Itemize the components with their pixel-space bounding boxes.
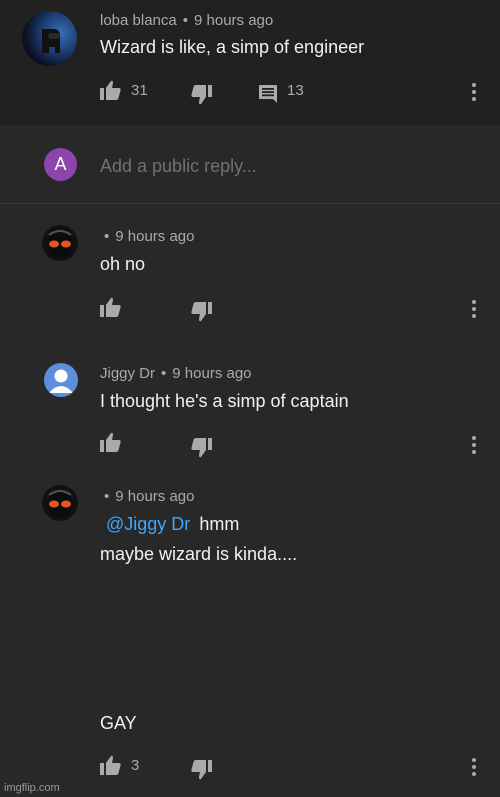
- comment-text: Wizard is like, a simp of engineer: [100, 37, 365, 57]
- like-count: 31: [131, 82, 148, 99]
- dislike-button[interactable]: [190, 302, 212, 322]
- comment-text-line: maybe wizard is kinda....: [100, 544, 298, 564]
- comment-text-line: GAY: [100, 713, 137, 733]
- thumbs-down-icon: [191, 302, 212, 322]
- thumbs-up-icon: [100, 80, 121, 100]
- avatar[interactable]: [22, 11, 77, 66]
- dislike-button[interactable]: [190, 85, 212, 105]
- like-button[interactable]: [100, 297, 122, 317]
- dislike-button[interactable]: [190, 438, 212, 458]
- more-vertical-icon: [472, 436, 476, 454]
- more-vertical-icon: [472, 758, 476, 776]
- like-button[interactable]: [100, 432, 122, 452]
- dislike-button[interactable]: [190, 760, 212, 780]
- comment-text-fragment: hmm: [199, 514, 240, 534]
- comment-meta: Jiggy Dr • 9 hours ago: [100, 365, 252, 382]
- more-options-button[interactable]: [472, 83, 476, 101]
- comment-text: oh no: [100, 254, 146, 274]
- avatar-letter: A: [54, 154, 67, 174]
- comment-meta: • 9 hours ago: [104, 488, 195, 505]
- timestamp[interactable]: 9 hours ago: [115, 228, 194, 245]
- divider: [0, 203, 500, 204]
- avatar[interactable]: [44, 363, 78, 397]
- avatar[interactable]: [42, 225, 78, 261]
- more-options-button[interactable]: [472, 758, 476, 776]
- author-name[interactable]: Jiggy Dr: [100, 365, 155, 382]
- more-options-button[interactable]: [472, 436, 476, 454]
- like-button[interactable]: [100, 755, 122, 775]
- more-options-button[interactable]: [472, 300, 476, 318]
- watermark: imgflip.com: [4, 782, 60, 794]
- timestamp[interactable]: 9 hours ago: [194, 12, 273, 29]
- default-user-icon: [49, 369, 73, 393]
- thumbs-down-icon: [191, 760, 212, 780]
- sunglasses-avatar-icon: [47, 230, 73, 258]
- author-name[interactable]: loba blanca: [100, 12, 177, 29]
- more-vertical-icon: [472, 83, 476, 101]
- sunglasses-avatar-icon: [47, 490, 73, 518]
- reply-input[interactable]: Add a public reply...: [100, 156, 257, 177]
- comment-meta: • 9 hours ago: [104, 228, 195, 245]
- crewmate-icon: [42, 29, 60, 53]
- comment-icon: [259, 85, 277, 103]
- thumbs-up-icon: [100, 432, 121, 452]
- timestamp[interactable]: 9 hours ago: [172, 365, 251, 382]
- thumbs-down-icon: [191, 438, 212, 458]
- comment-text: I thought he's a simp of captain: [100, 391, 349, 411]
- user-avatar: A: [44, 148, 77, 181]
- more-vertical-icon: [472, 300, 476, 318]
- like-count: 3: [131, 757, 140, 774]
- replies-button[interactable]: [258, 84, 278, 104]
- avatar[interactable]: [42, 485, 78, 521]
- mention-link[interactable]: @Jiggy Dr: [106, 514, 190, 534]
- thumbs-up-icon: [100, 755, 121, 775]
- reply-count: 13: [287, 82, 304, 99]
- comment-text: @Jiggy Dr hmm: [106, 514, 239, 535]
- comment-meta: loba blanca • 9 hours ago: [100, 12, 274, 29]
- top-comment: loba blanca • 9 hours ago Wizard is like, …: [0, 0, 500, 125]
- thumbs-up-icon: [100, 297, 121, 317]
- thumbs-down-icon: [191, 85, 212, 105]
- like-button[interactable]: [100, 80, 122, 100]
- timestamp[interactable]: 9 hours ago: [115, 488, 194, 505]
